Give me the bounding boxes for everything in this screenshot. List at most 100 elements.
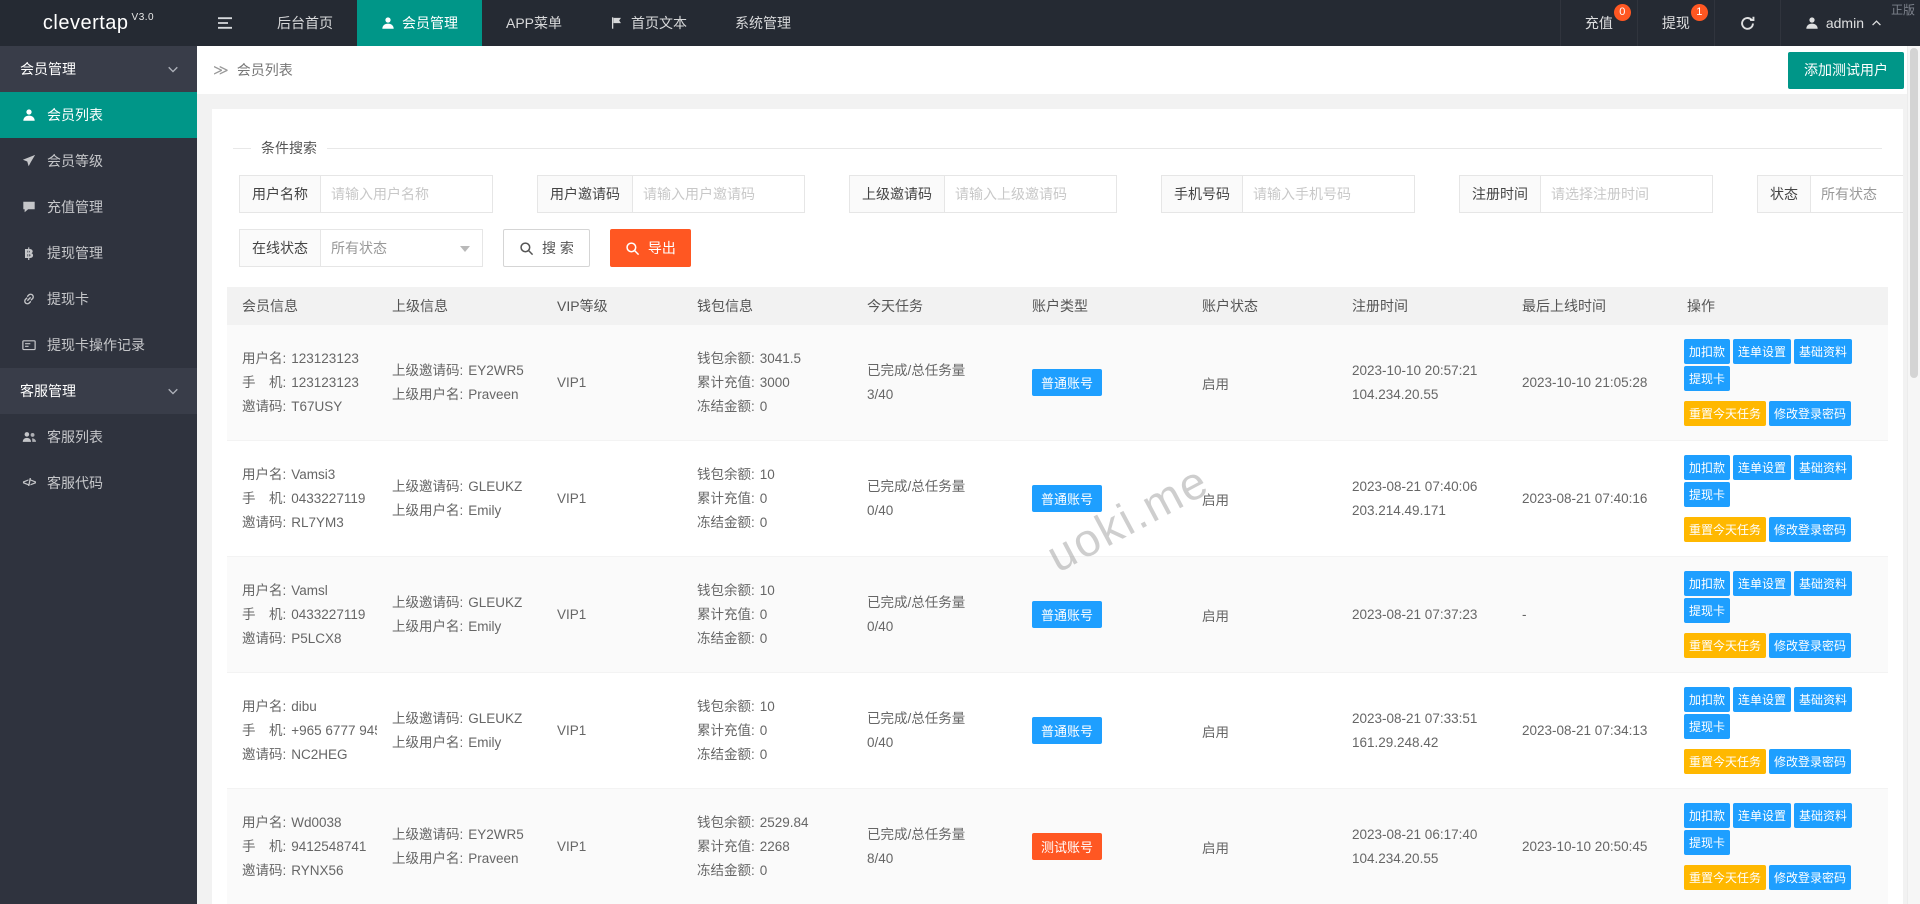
register-time-field-group: 注册时间 [1459,175,1713,213]
today-task-cell: 已完成/总任务量 0/40 [852,557,1017,673]
account-status-value: 启用 [1202,377,1229,392]
basic-info-button[interactable]: 基础资料 [1794,803,1852,828]
top-navbar: clevertap V3.0 后台首页 会员管理 APP菜单 [0,0,1920,46]
withdraw-card-button[interactable]: 提现卡 [1684,482,1730,507]
combo-order-settings-button[interactable]: 连单设置 [1733,687,1791,712]
phone-input[interactable] [1243,175,1415,213]
combo-order-settings-button[interactable]: 连单设置 [1733,455,1791,480]
register-time-label: 注册时间 [1459,175,1541,213]
sidebar-group-service-management[interactable]: 客服管理 [0,368,197,414]
change-login-password-button[interactable]: 修改登录密码 [1769,865,1851,890]
reset-today-task-button[interactable]: 重置今天任务 [1684,749,1766,774]
change-login-password-button[interactable]: 修改登录密码 [1769,401,1851,426]
username-input[interactable] [321,175,493,213]
sidebar-item-withdraw-card[interactable]: 提现卡 [0,276,197,322]
account-type-badge: 测试账号 [1032,833,1102,860]
reset-today-task-button[interactable]: 重置今天任务 [1684,401,1766,426]
nav-item-label: APP菜单 [506,13,562,33]
add-deduct-button[interactable]: 加扣款 [1684,455,1730,480]
reset-today-task-button[interactable]: 重置今天任务 [1684,865,1766,890]
invite-code-label: 邀请码: [242,631,286,646]
task-progress-value: 8/40 [867,847,1002,871]
username-field-label: 用户名: [242,583,286,598]
today-task-cell: 已完成/总任务量 8/40 [852,789,1017,904]
sidebar-item-withdraw-management[interactable]: ฿ 提现管理 [0,230,197,276]
vertical-scrollbar[interactable] [1907,46,1920,904]
change-login-password-button[interactable]: 修改登录密码 [1769,517,1851,542]
basic-info-button[interactable]: 基础资料 [1794,455,1852,480]
sidebar-item-member-level[interactable]: 会员等级 [0,138,197,184]
today-task-cell: 已完成/总任务量 0/40 [852,673,1017,789]
wallet-info-cell: 钱包余额:2529.84 累计充值:2268 冻结金额:0 [682,789,852,904]
withdraw-card-button[interactable]: 提现卡 [1684,366,1730,391]
combo-order-settings-button[interactable]: 连单设置 [1733,803,1791,828]
combo-order-settings-button[interactable]: 连单设置 [1733,339,1791,364]
nav-item-home-text[interactable]: 首页文本 [586,0,711,46]
reset-today-task-button[interactable]: 重置今天任务 [1684,633,1766,658]
change-login-password-button[interactable]: 修改登录密码 [1769,749,1851,774]
register-time-cell: 2023-08-21 06:17:40 104.234.20.55 [1337,789,1507,904]
nav-item-dashboard[interactable]: 后台首页 [253,0,357,46]
task-title: 已完成/总任务量 [867,823,1002,847]
basic-info-button[interactable]: 基础资料 [1794,339,1852,364]
add-test-user-button[interactable]: 添加测试用户 [1788,52,1904,89]
breadcrumb-arrow-icon: ≫ [213,61,229,79]
reset-today-task-button[interactable]: 重置今天任务 [1684,517,1766,542]
sidebar-item-withdraw-card-log[interactable]: 提现卡操作记录 [0,322,197,368]
recharge-shortcut[interactable]: 充值 0 [1560,0,1637,46]
combo-order-settings-button[interactable]: 连单设置 [1733,571,1791,596]
change-login-password-button[interactable]: 修改登录密码 [1769,633,1851,658]
withdraw-shortcut[interactable]: 提现 1 [1637,0,1714,46]
sidebar: 会员管理 会员列表 会员等级 充值管理 ฿ 提现管理 [0,46,197,904]
withdraw-card-button[interactable]: 提现卡 [1684,714,1730,739]
basic-info-button[interactable]: 基础资料 [1794,571,1852,596]
sidebar-group-member-management[interactable]: 会员管理 [0,46,197,92]
user-invite-code-field-group: 用户邀请码 [537,175,805,213]
nav-item-system-management[interactable]: 系统管理 [711,0,815,46]
online-status-select[interactable]: 所有状态 [321,229,483,267]
search-button[interactable]: 搜 索 [503,229,590,267]
nav-item-member-management[interactable]: 会员管理 [357,0,482,46]
brand-name: clevertap [43,12,129,35]
sidebar-item-service-list[interactable]: 客服列表 [0,414,197,460]
user-invite-code-input[interactable] [633,175,805,213]
chevron-down-icon [460,246,470,252]
register-time-input[interactable] [1541,175,1713,213]
add-deduct-button[interactable]: 加扣款 [1684,803,1730,828]
basic-info-button[interactable]: 基础资料 [1794,687,1852,712]
total-recharge-value: 3000 [760,375,790,390]
scrollbar-thumb[interactable] [1910,48,1918,378]
nav-item-app-menu[interactable]: APP菜单 [482,0,586,46]
invite-code-label: 邀请码: [242,515,286,530]
total-recharge-label: 累计充值: [697,491,755,506]
sidebar-collapse-button[interactable] [197,0,253,46]
register-time-value: 2023-10-10 20:57:21 [1352,359,1492,383]
username-value: 123123123 [291,351,359,366]
phone-field-label: 手 机: [242,375,286,390]
sidebar-item-recharge-management[interactable]: 充值管理 [0,184,197,230]
withdraw-card-button[interactable]: 提现卡 [1684,598,1730,623]
parent-info-cell: 上级邀请码:EY2WR5 上级用户名:Praveen [377,789,542,904]
member-table: 会员信息 上级信息 VIP等级 钱包信息 今天任务 账户类型 账户状态 注册时间… [227,287,1888,904]
export-button[interactable]: 导出 [610,229,691,267]
add-deduct-button[interactable]: 加扣款 [1684,687,1730,712]
add-deduct-button[interactable]: 加扣款 [1684,571,1730,596]
col-account-status: 账户状态 [1187,287,1337,325]
brand-logo: clevertap V3.0 [0,0,197,46]
recharge-label: 充值 [1585,13,1613,33]
row-actions-cell: 加扣款连单设置基础资料 提现卡 重置今天任务修改登录密码 [1672,789,1888,904]
user-menu[interactable]: admin [1780,0,1906,46]
vip-level-value: VIP1 [557,375,586,390]
member-table-row: 用户名:Wd0038 手 机:9412548741 邀请码:RYNX56 上级邀… [227,789,1888,904]
add-deduct-button[interactable]: 加扣款 [1684,339,1730,364]
refresh-button[interactable] [1714,0,1780,46]
status-select[interactable]: 所有状态 [1811,175,1903,213]
frozen-amount-value: 0 [760,863,768,878]
withdraw-card-button[interactable]: 提现卡 [1684,830,1730,855]
member-table-body: 用户名:123123123 手 机:123123123 邀请码:T67USY 上… [227,325,1888,904]
sidebar-item-service-code[interactable]: </> 客服代码 [0,460,197,506]
vip-level-value: VIP1 [557,607,586,622]
parent-invite-code-input[interactable] [945,175,1117,213]
nav-item-label: 会员管理 [402,13,458,33]
sidebar-item-member-list[interactable]: 会员列表 [0,92,197,138]
